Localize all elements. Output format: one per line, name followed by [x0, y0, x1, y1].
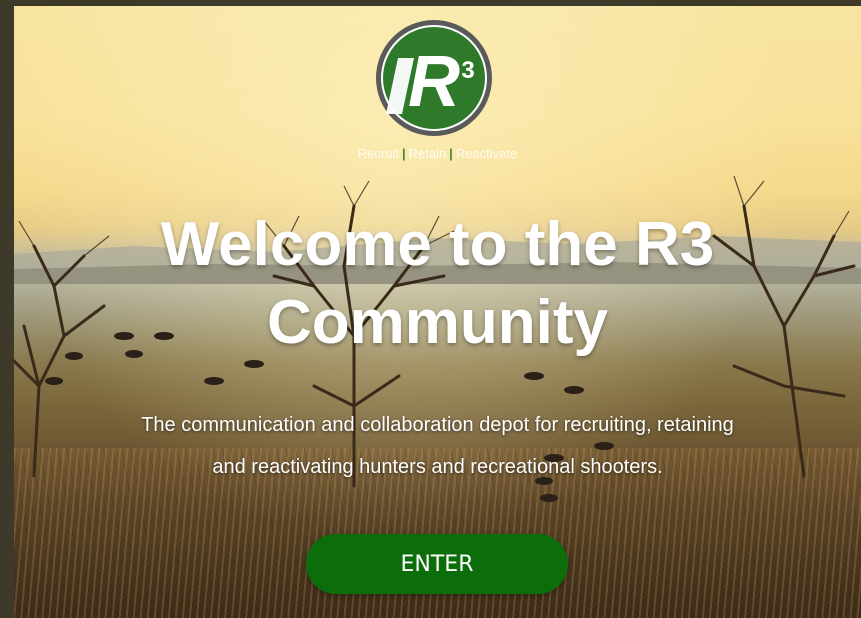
- tagline: Recruit | Retain | Reactivate: [14, 146, 861, 161]
- logo-letter: R: [408, 42, 460, 122]
- tagline-word-retain: Retain: [408, 146, 447, 161]
- page-subtitle: The communication and collaboration depo…: [54, 404, 821, 488]
- logo-superscript: 3: [461, 57, 474, 84]
- r3-logo-icon: R 3: [376, 20, 492, 136]
- page-subtitle-line2: and reactivating hunters and recreationa…: [212, 456, 663, 478]
- page-title-line2: Community: [267, 288, 608, 357]
- tagline-separator: |: [401, 146, 406, 161]
- page-subtitle-line1: The communication and collaboration depo…: [141, 414, 734, 436]
- enter-button[interactable]: ENTER: [306, 534, 568, 594]
- page-title: Welcome to the R3 Community: [14, 206, 861, 362]
- tagline-separator: |: [449, 146, 453, 161]
- tagline-word-reactivate: Reactivate: [455, 146, 518, 161]
- hero-background: R 3 Recruit | Retain | Reactivate Welcome to…: [14, 6, 861, 618]
- tagline-word-recruit: Recruit: [357, 146, 399, 161]
- page-title-line1: Welcome to the R3: [160, 210, 715, 279]
- r3-logo[interactable]: R 3: [374, 18, 494, 138]
